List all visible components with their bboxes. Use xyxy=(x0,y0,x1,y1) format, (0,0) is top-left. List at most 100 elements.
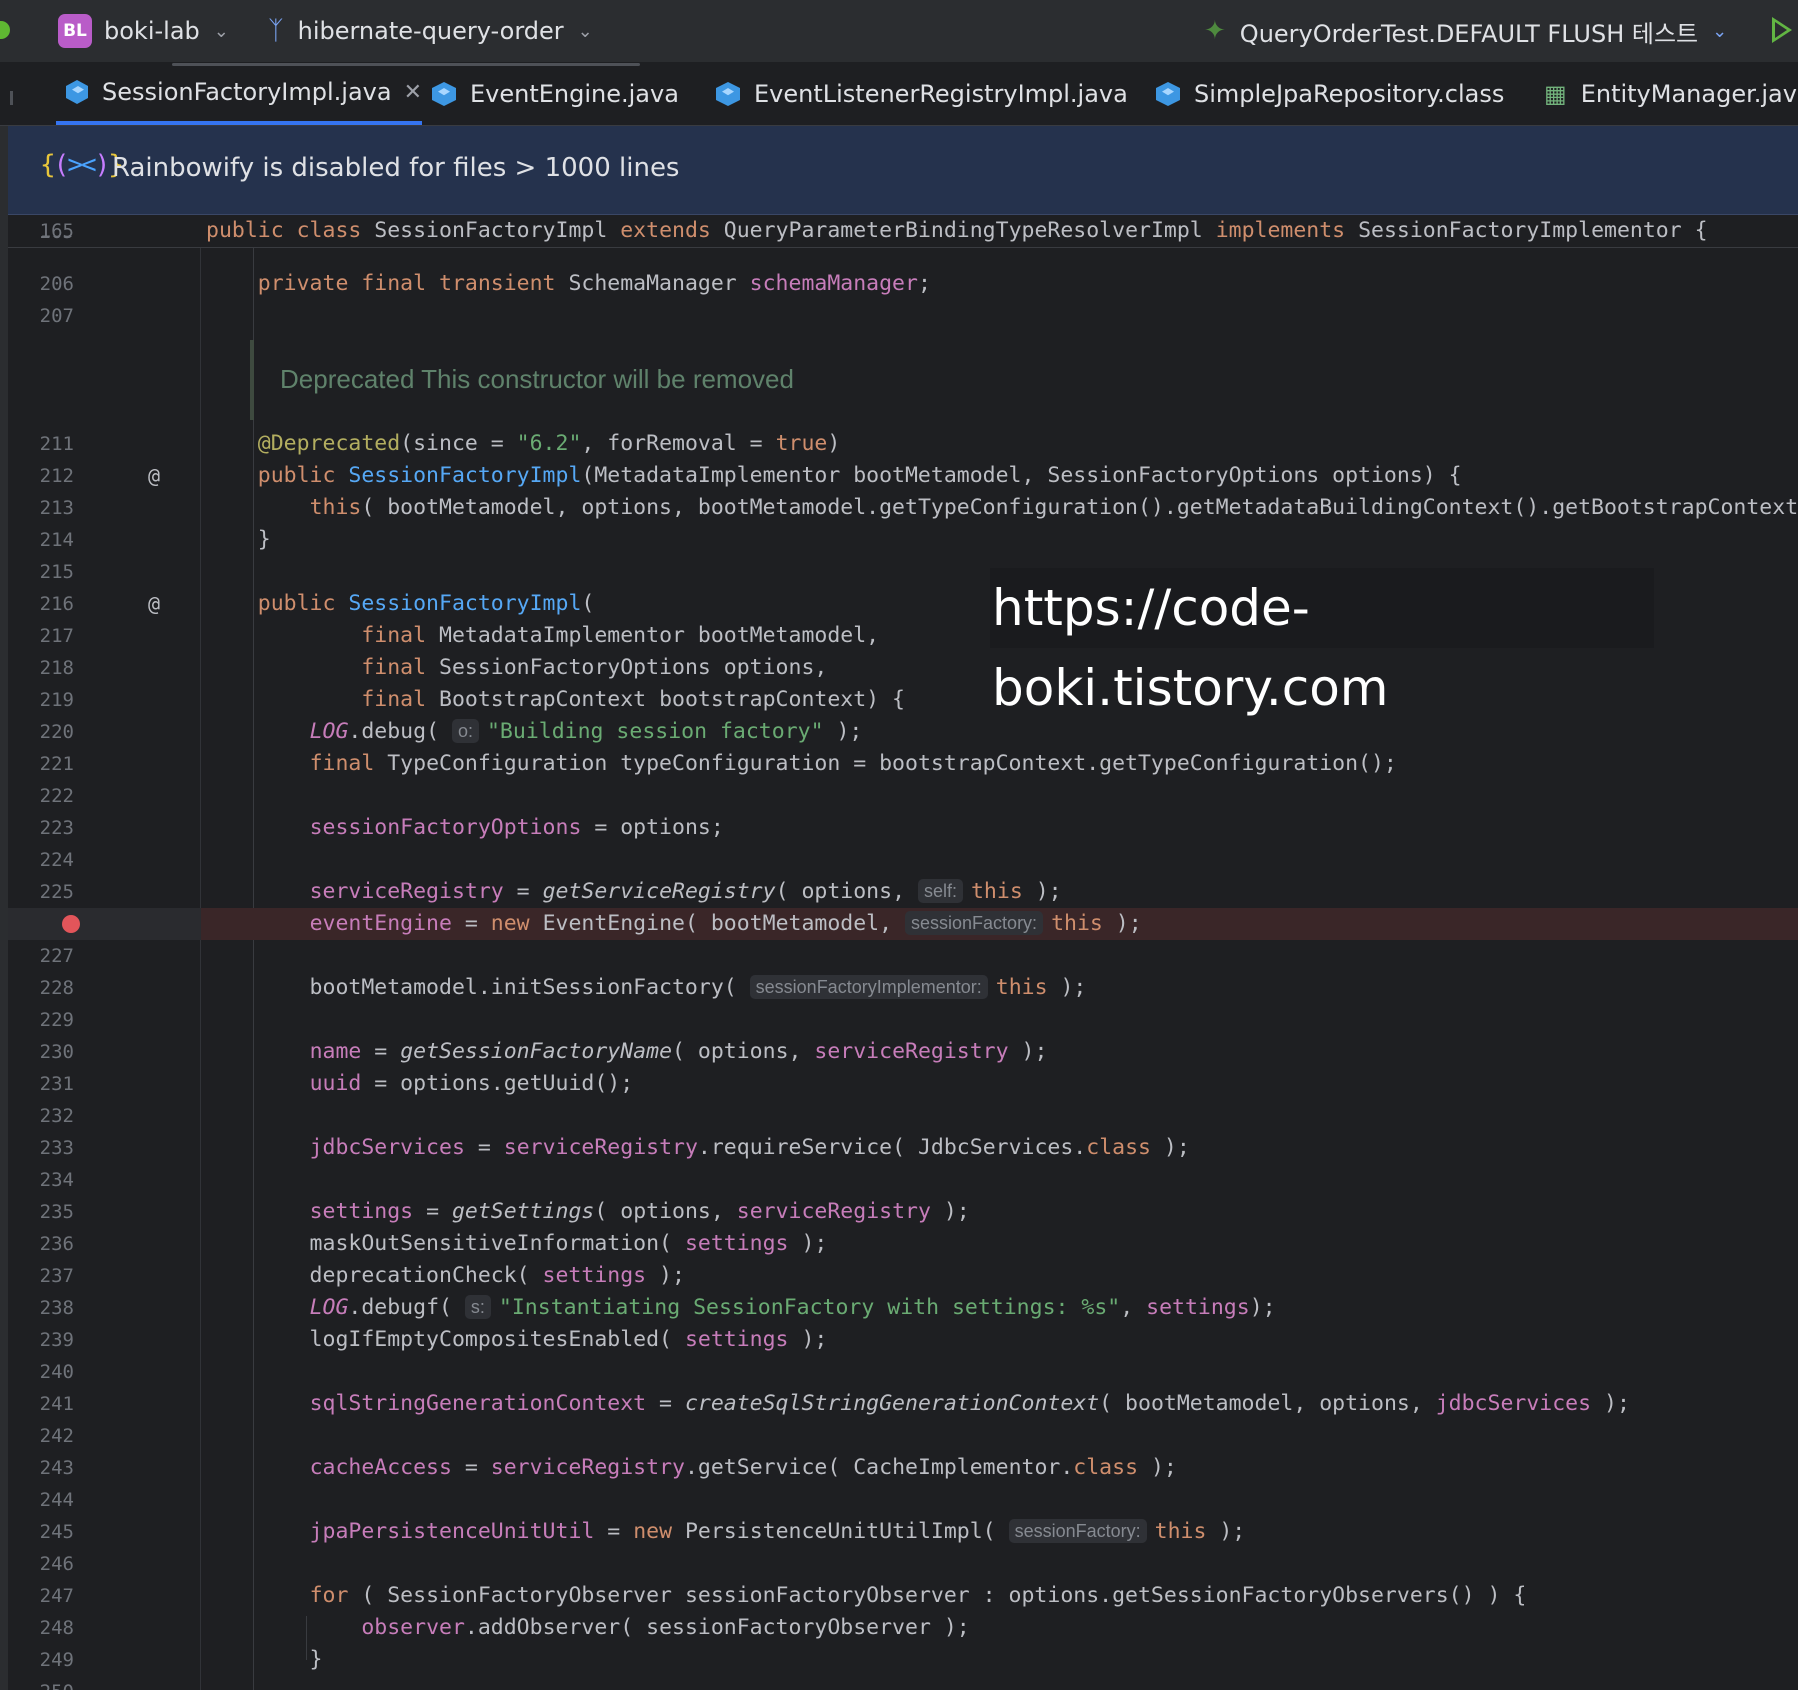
code-line-250[interactable]: 250 xyxy=(8,1676,1798,1690)
code-line-248[interactable]: 248 observer.addObserver( sessionFactory… xyxy=(8,1612,1798,1644)
project-selector[interactable]: BL boki-lab ⌄ xyxy=(58,0,229,62)
code-line-232[interactable]: 232 xyxy=(8,1100,1798,1132)
line-number: 234 xyxy=(39,1169,74,1191)
branch-selector[interactable]: ᛉ hibernate-query-order ⌄ xyxy=(268,0,593,62)
code-line-205[interactable]: 205 xyxy=(8,236,1798,248)
code-line-221[interactable]: 221 final TypeConfiguration typeConfigur… xyxy=(8,748,1798,780)
line-number: 243 xyxy=(39,1457,74,1479)
usages-icon[interactable]: @ xyxy=(148,460,160,492)
code-line-237[interactable]: 237 deprecationCheck( settings ); xyxy=(8,1260,1798,1292)
line-number: 240 xyxy=(39,1361,74,1383)
rendered-doc-comment[interactable]: Deprecated This constructor will be remo… xyxy=(250,340,794,420)
interface-icon: ▦ xyxy=(1544,80,1567,108)
code-line-241[interactable]: 241 sqlStringGenerationContext = createS… xyxy=(8,1388,1798,1420)
line-number: 231 xyxy=(39,1073,74,1095)
tab-eventlistenerregistryimpl[interactable]: EventListenerRegistryImpl.java xyxy=(716,63,1128,125)
code-line-239[interactable]: 239 logIfEmptyCompositesEnabled( setting… xyxy=(8,1324,1798,1356)
banner-message: Rainbowify is disabled for files > 1000 … xyxy=(112,153,680,183)
code-line-231[interactable]: 231 uuid = options.getUuid(); xyxy=(8,1068,1798,1100)
code-line-222[interactable]: 222 xyxy=(8,780,1798,812)
parameter-hint: o: xyxy=(451,719,479,743)
tab-eventengine[interactable]: EventEngine.java xyxy=(432,63,679,125)
code-line-226-breakpoint[interactable]: eventEngine = new EventEngine( bootMetam… xyxy=(8,908,1798,940)
project-name: boki-lab xyxy=(104,17,200,45)
code-line-227[interactable]: 227 xyxy=(8,940,1798,972)
code-line: LOG.debug( o: "Building session factory" … xyxy=(309,719,863,744)
window-left-edge xyxy=(0,0,8,1690)
code-line: jpaPersistenceUnitUtil = new Persistence… xyxy=(309,1519,1246,1544)
code-line: } xyxy=(206,1647,323,1672)
code-line-211[interactable]: 211 @Deprecated(since = "6.2", forRemova… xyxy=(8,428,1798,460)
code-line-214[interactable]: 214 } xyxy=(8,524,1798,556)
code-line: public SessionFactoryImpl( xyxy=(257,591,595,616)
line-number: 247 xyxy=(39,1585,74,1607)
code-line-244[interactable]: 244 xyxy=(8,1484,1798,1516)
line-number: 222 xyxy=(39,785,74,807)
code-line-233[interactable]: 233 jdbcServices = serviceRegistry.requi… xyxy=(8,1132,1798,1164)
line-number: 232 xyxy=(39,1105,74,1127)
chevron-down-icon: ⌄ xyxy=(577,20,593,42)
parameter-hint: sessionFactoryImplementor: xyxy=(749,975,988,999)
branch-name: hibernate-query-order xyxy=(297,17,564,45)
line-number: 249 xyxy=(39,1649,74,1671)
line-number: 228 xyxy=(39,977,74,999)
tab-entitymanager[interactable]: ▦ EntityManager.java xyxy=(1544,63,1798,125)
project-badge: BL xyxy=(58,14,92,48)
code-line: final BootstrapContext bootstrapContext)… xyxy=(361,687,906,712)
code-line-247[interactable]: 247 for ( SessionFactoryObserver session… xyxy=(8,1580,1798,1612)
code-line-245[interactable]: 245 jpaPersistenceUnitUtil = new Persist… xyxy=(8,1516,1798,1548)
run-icon[interactable] xyxy=(1772,17,1792,43)
line-number: 221 xyxy=(39,753,74,775)
code-line-218[interactable]: 218 final SessionFactoryOptions options, xyxy=(8,652,1798,684)
run-config-selector[interactable]: ✦ QueryOrderTest.DEFAULT FLUSH 테스트 ⌄ xyxy=(1204,0,1727,62)
line-number: 229 xyxy=(39,1009,74,1031)
code-line-240[interactable]: 240 xyxy=(8,1356,1798,1388)
test-config-icon: ✦ xyxy=(1204,16,1226,46)
code-line-207[interactable]: 207 xyxy=(8,300,1798,332)
tab-simplejparepository[interactable]: SimpleJpaRepository.class xyxy=(1156,63,1504,125)
code-line-223[interactable]: 223 sessionFactoryOptions = options; xyxy=(8,812,1798,844)
line-number: 241 xyxy=(39,1393,74,1415)
class-icon xyxy=(66,80,89,104)
line-number: 212 xyxy=(39,465,74,487)
line-number: 211 xyxy=(39,433,74,455)
code-line-243[interactable]: 243 cacheAccess = serviceRegistry.getSer… xyxy=(8,1452,1798,1484)
code-line: public SessionFactoryImpl(MetadataImplem… xyxy=(257,463,1462,488)
code-line-220[interactable]: 220 LOG.debug( o: "Building session facto… xyxy=(8,716,1798,748)
code-line: eventEngine = new EventEngine( bootMetam… xyxy=(309,911,1142,936)
tab-sessionfactoryimpl[interactable]: SessionFactoryImpl.java ✕ xyxy=(56,63,422,125)
line-number: 214 xyxy=(39,529,74,551)
close-icon[interactable]: ✕ xyxy=(404,80,422,105)
code-line-234[interactable]: 234 xyxy=(8,1164,1798,1196)
line-number: 246 xyxy=(39,1553,74,1575)
code-line-236[interactable]: 236 maskOutSensitiveInformation( setting… xyxy=(8,1228,1798,1260)
line-number: 205 xyxy=(8,236,74,248)
code-line-224[interactable]: 224 xyxy=(8,844,1798,876)
line-number: 245 xyxy=(39,1521,74,1543)
code-line-242[interactable]: 242 xyxy=(8,1420,1798,1452)
code-line: final TypeConfiguration typeConfiguratio… xyxy=(309,751,1397,776)
line-number: 215 xyxy=(39,561,74,583)
tab-label: EventEngine.java xyxy=(470,80,679,108)
line-number: 216 xyxy=(39,593,74,615)
line-number: 242 xyxy=(39,1425,74,1447)
class-icon xyxy=(432,82,456,106)
code-line-238[interactable]: 238 LOG.debugf( s: "Instantiating Session… xyxy=(8,1292,1798,1324)
code-line-235[interactable]: 235 settings = getSettings( options, ser… xyxy=(8,1196,1798,1228)
code-line-229[interactable]: 229 xyxy=(8,1004,1798,1036)
parameter-hint: self: xyxy=(917,879,963,903)
code-line-219[interactable]: 219 final BootstrapContext bootstrapCont… xyxy=(8,684,1798,716)
usages-icon[interactable]: @ xyxy=(148,588,160,620)
code-line-230[interactable]: 230 name = getSessionFactoryName( option… xyxy=(8,1036,1798,1068)
code-line-206[interactable]: 206 private final transient SchemaManage… xyxy=(8,268,1798,300)
code-line-213[interactable]: 213 this( bootMetamodel, options, bootMe… xyxy=(8,492,1798,524)
code-line-212[interactable]: 212 @ public SessionFactoryImpl(Metadata… xyxy=(8,460,1798,492)
code-line-246[interactable]: 246 xyxy=(8,1548,1798,1580)
parameter-hint: sessionFactory: xyxy=(905,911,1044,935)
code-line-228[interactable]: 228 bootMetamodel.initSessionFactory( se… xyxy=(8,972,1798,1004)
code-line: sessionFactoryOptions = options; xyxy=(309,815,724,840)
breakpoint-icon[interactable] xyxy=(62,915,80,933)
code-line-249[interactable]: 249 } xyxy=(8,1644,1798,1676)
code-line-225[interactable]: 225 serviceRegistry = getServiceRegistry… xyxy=(8,876,1798,908)
tab-label: EventListenerRegistryImpl.java xyxy=(754,80,1128,108)
